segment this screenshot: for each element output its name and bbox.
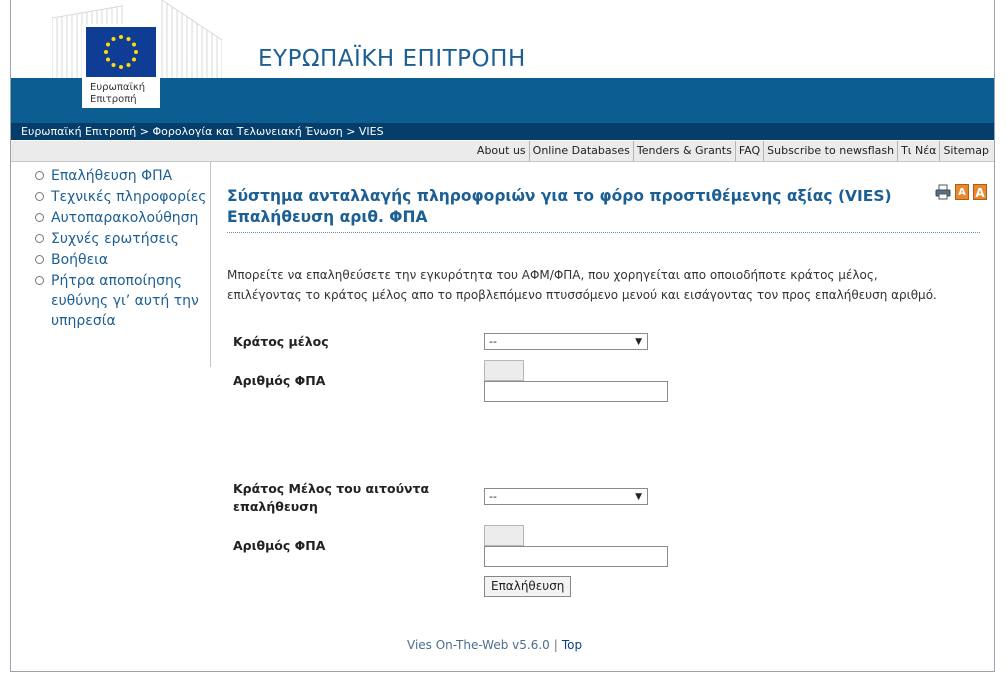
intro-line2: επιλέγοντας το κράτος μέλος απο το προβλ… bbox=[227, 288, 937, 302]
bullet-icon bbox=[35, 192, 44, 201]
dropdown-arrow-icon: ▼ bbox=[635, 492, 642, 502]
toplink-faq[interactable]: FAQ bbox=[734, 141, 763, 161]
site-title: ΕΥΡΩΠΑΪΚΗ ΕΠΙΤΡΟΠΗ bbox=[258, 46, 526, 72]
breadcrumb-item-taxation[interactable]: Φορολογία και Τελωνειακή Ένωση bbox=[153, 125, 343, 138]
page-title-line2: Επαλήθευση αριθ. ΦΠΑ bbox=[227, 208, 428, 226]
sidebar: Επαλήθευση ΦΠΑ Τεχνικές πληροφορίες Αυτο… bbox=[11, 162, 211, 367]
toplink-sitemap[interactable]: Sitemap bbox=[939, 141, 992, 161]
logo-text-line1: Ευρωπαϊκή bbox=[90, 82, 146, 93]
title-divider bbox=[227, 232, 980, 233]
vat-country-prefix-box bbox=[484, 360, 524, 381]
toplink-whats-new[interactable]: Τι Νέα bbox=[897, 141, 939, 161]
breadcrumb-item-commission[interactable]: Ευρωπαϊκή Επιτροπή bbox=[21, 125, 136, 138]
footer-version: Vies On-The-Web v5.6.0 bbox=[407, 638, 550, 652]
footer: Vies On-The-Web v5.6.0 | Top bbox=[407, 638, 582, 652]
breadcrumb-item-vies[interactable]: VIES bbox=[359, 125, 384, 138]
sidebar-item-label: Βοήθεια bbox=[51, 252, 109, 268]
requester-state-label-line1: Κράτος Μέλος του αιτούντα bbox=[233, 481, 430, 496]
font-size-large-icon[interactable]: A bbox=[973, 184, 987, 200]
top-link[interactable]: Top bbox=[562, 638, 582, 652]
requester-state-select[interactable]: -- ▼ bbox=[484, 488, 648, 505]
eu-logo[interactable]: Ευρωπαϊκή Επιτροπή bbox=[82, 24, 160, 108]
verify-button[interactable]: Επαλήθευση bbox=[484, 576, 572, 597]
sidebar-item-label: Επαλήθευση ΦΠΑ bbox=[51, 168, 173, 184]
toplink-tenders-grants[interactable]: Tenders & Grants bbox=[632, 141, 735, 161]
print-icon[interactable] bbox=[935, 184, 951, 200]
toplink-online-databases[interactable]: Online Databases bbox=[528, 141, 633, 161]
sidebar-item-label: Ρήτρα αποποίησης ευθύνης γι’ αυτή την υπ… bbox=[51, 273, 199, 329]
bullet-icon bbox=[35, 213, 44, 222]
logo-text-line2: Επιτροπή bbox=[90, 94, 137, 105]
requester-state-label-line2: επαλήθευση bbox=[233, 499, 318, 514]
sidebar-item-label: Αυτοπαρακολούθηση bbox=[51, 210, 199, 226]
breadcrumb-separator: > bbox=[139, 125, 149, 138]
eu-flag-icon bbox=[86, 27, 156, 77]
sidebar-item-label: Τεχνικές πληροφορίες bbox=[51, 189, 207, 205]
logo-caption: Ευρωπαϊκή Επιτροπή bbox=[90, 82, 145, 106]
member-state-selected-value: -- bbox=[489, 335, 497, 348]
requester-vat-prefix-box bbox=[484, 525, 524, 546]
vat-number-input[interactable] bbox=[484, 381, 668, 402]
intro-line1: Μπορείτε να επαληθεύσετε την εγκυρότητα … bbox=[227, 268, 878, 282]
vat-number-label: Αριθμός ΦΠΑ bbox=[233, 373, 326, 388]
footer-divider: | bbox=[553, 638, 558, 652]
page-tools: A A bbox=[935, 184, 987, 200]
requester-vat-input[interactable] bbox=[484, 546, 668, 567]
breadcrumb-separator: > bbox=[346, 125, 356, 138]
member-state-select[interactable]: -- ▼ bbox=[484, 333, 648, 350]
page-title: Σύστημα ανταλλαγής πληροφοριών για το φό… bbox=[227, 186, 927, 228]
member-state-label: Κράτος μέλος bbox=[233, 334, 329, 349]
intro-text: Μπορείτε να επαληθεύσετε την εγκυρότητα … bbox=[227, 265, 987, 305]
toplink-subscribe-newsflash[interactable]: Subscribe to newsflash bbox=[763, 141, 897, 161]
page-title-line1: Σύστημα ανταλλαγής πληροφοριών για το φό… bbox=[227, 187, 892, 205]
requester-state-label: Κράτος Μέλος του αιτούντα επαλήθευση bbox=[233, 480, 429, 516]
bullet-icon bbox=[35, 234, 44, 243]
sidebar-item-label: Συχνές ερωτήσεις bbox=[51, 231, 179, 247]
requester-vat-label: Αριθμός ΦΠΑ bbox=[233, 538, 326, 553]
font-size-small-icon[interactable]: A bbox=[955, 184, 969, 200]
top-links-bar: About us Online Databases Tenders & Gran… bbox=[11, 141, 994, 162]
dropdown-arrow-icon: ▼ bbox=[635, 337, 642, 347]
requester-state-selected-value: -- bbox=[489, 490, 497, 503]
bullet-icon bbox=[35, 171, 44, 180]
breadcrumb: Ευρωπαϊκή Επιτροπή > Φορολογία και Τελων… bbox=[11, 123, 994, 140]
bullet-icon bbox=[35, 255, 44, 264]
bullet-icon bbox=[35, 276, 44, 285]
toplink-about-us[interactable]: About us bbox=[474, 141, 529, 161]
